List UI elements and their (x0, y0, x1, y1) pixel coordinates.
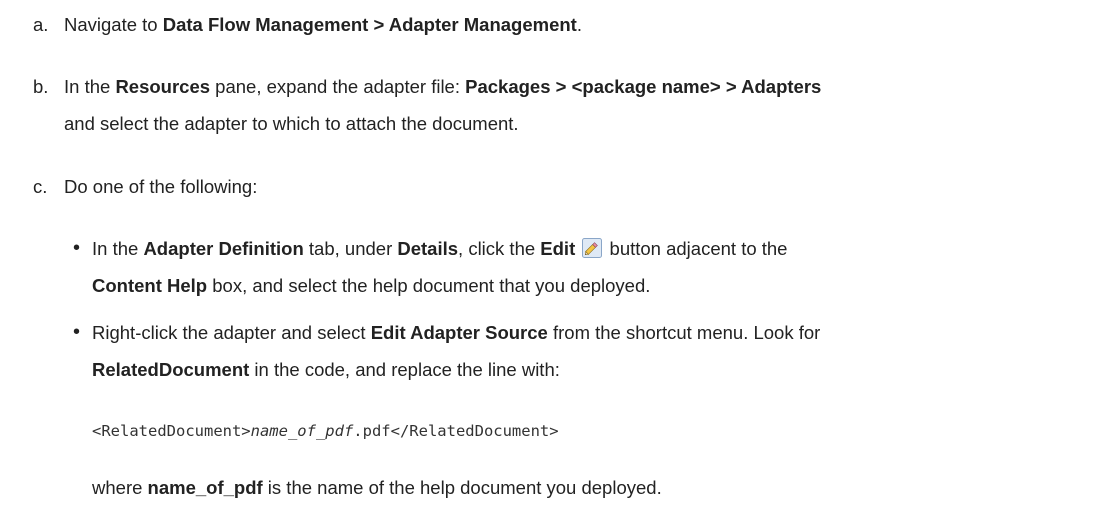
pencil-edit-icon (582, 234, 603, 258)
note-text: where name_of_pdf is the name of the hel… (92, 477, 662, 498)
code-snippet: <RelatedDocument>name_of_pdf.pdf</Relate… (92, 422, 559, 440)
step-marker: a. (33, 14, 49, 35)
step-marker: c. (33, 176, 48, 197)
adapter-path: Packages > <package name> > Adapters (465, 76, 822, 97)
bullet-text: Right-click the adapter and select Edit … (92, 322, 821, 343)
step-text: and select the adapter to which to attac… (64, 113, 519, 134)
step-text: In the Resources pane, expand the adapte… (64, 76, 822, 97)
bullet-text: Content Help box, and select the help do… (92, 275, 651, 296)
bullet-dot: • (73, 237, 81, 259)
bullet-text: In the Adapter Definition tab, under Det… (92, 231, 787, 266)
step-marker: b. (33, 76, 49, 97)
bullet-text: RelatedDocument in the code, and replace… (92, 359, 560, 380)
step-text: Do one of the following: (64, 176, 258, 197)
step-text: Navigate to Data Flow Management > Adapt… (64, 14, 582, 35)
menu-path: Data Flow Management > Adapter Managemen… (162, 14, 577, 35)
resources-pane-name: Resources (115, 76, 211, 97)
bullet-dot: • (73, 321, 81, 343)
